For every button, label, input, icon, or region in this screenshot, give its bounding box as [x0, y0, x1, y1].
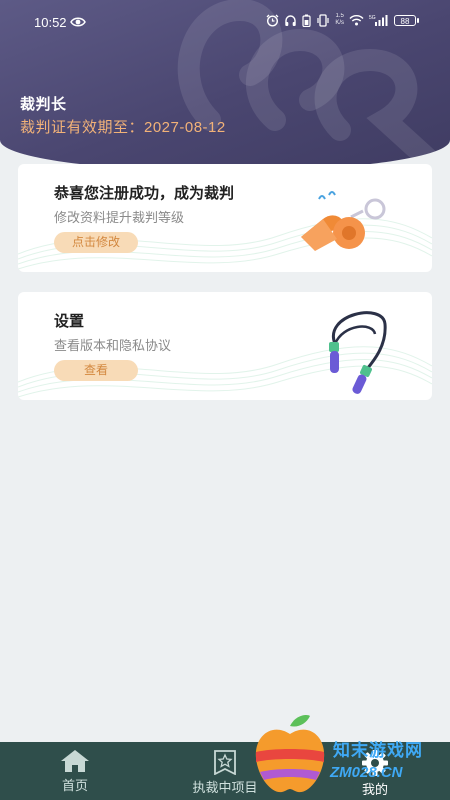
card-subtitle: 查看版本和隐私协议 — [54, 338, 172, 353]
card-title: 设置 — [54, 313, 85, 330]
headphones-icon — [285, 14, 297, 26]
status-time: 10:52 — [34, 15, 67, 30]
status-icons: 1.5 K/s 5G 88 — [266, 13, 419, 27]
nav-home[interactable]: 首页 — [40, 742, 110, 800]
status-bar: 10:52 1.5 K/s 5G 88 — [0, 0, 450, 44]
watermark-apple-logo-icon — [255, 715, 325, 793]
svg-text:5G: 5G — [369, 15, 376, 21]
user-name: 裁判长 — [20, 96, 67, 113]
alarm-icon — [266, 14, 279, 27]
watermark-url: ZM028.CN — [330, 764, 403, 781]
register-success-card[interactable]: 恭喜您注册成功，成为裁判 修改资料提升裁判等级 点击修改 — [18, 164, 432, 272]
vibrate-icon — [317, 13, 329, 27]
settings-card[interactable]: 设置 查看版本和隐私协议 查看 — [18, 292, 432, 400]
edit-profile-button[interactable]: 点击修改 — [54, 232, 138, 253]
eye-icon — [70, 17, 86, 27]
battery-icon: 88 — [394, 14, 419, 26]
nav-mine-label: 我的 — [361, 782, 388, 797]
nav-home-label: 首页 — [61, 778, 88, 793]
profile-header: 10:52 1.5 K/s 5G 88 裁判长 裁判证有效期至：2027-08-… — [0, 0, 450, 170]
home-icon — [61, 750, 89, 772]
jump-rope-icon — [329, 311, 387, 394]
network-speed: 1.5 K/s — [335, 13, 344, 26]
whistle-icon — [301, 191, 386, 251]
card-title: 恭喜您注册成功，成为裁判 — [54, 185, 235, 202]
signal-icon: 5G — [369, 15, 388, 26]
star-badge-icon — [214, 750, 236, 775]
card-subtitle: 修改资料提升裁判等级 — [54, 210, 185, 225]
wifi-icon — [349, 15, 364, 26]
watermark-text: 知末游戏网 — [333, 741, 423, 760]
certificate-validity: 裁判证有效期至：2027-08-12 — [20, 119, 226, 136]
battery-saver-icon — [302, 14, 311, 27]
view-settings-button[interactable]: 查看 — [54, 360, 138, 381]
